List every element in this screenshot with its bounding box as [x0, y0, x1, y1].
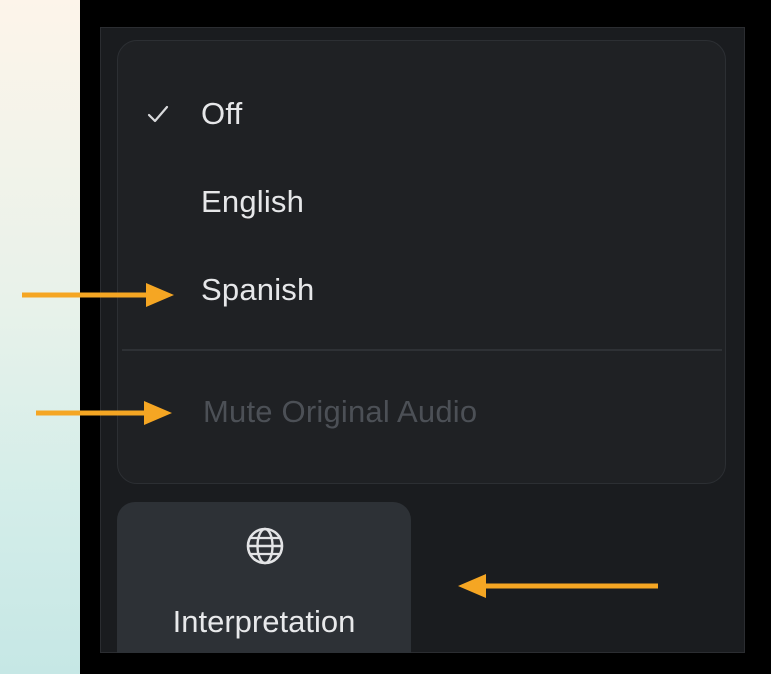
- menu-divider: [122, 349, 722, 351]
- arrow-icon: [36, 401, 172, 425]
- menu-item-label: Off: [201, 96, 243, 131]
- menu-item-off[interactable]: Off: [118, 79, 725, 149]
- menu-item-label: English: [201, 184, 305, 219]
- interpretation-menu: Off English Spanish Mute Original Audio: [117, 40, 726, 484]
- background-strip: [0, 0, 80, 674]
- globe-icon: [246, 527, 284, 565]
- menu-item-spanish[interactable]: Spanish: [118, 255, 725, 325]
- arrow-icon: [458, 574, 658, 598]
- interpretation-button[interactable]: Interpretation: [117, 502, 411, 653]
- checkmark-icon: [147, 105, 169, 123]
- menu-item-english[interactable]: English: [118, 167, 725, 237]
- interpretation-label: Interpretation: [172, 604, 356, 639]
- arrow-icon: [22, 283, 174, 307]
- menu-item-mute-original-audio: Mute Original Audio: [118, 377, 725, 447]
- menu-item-label: Mute Original Audio: [203, 394, 478, 429]
- menu-item-label: Spanish: [201, 272, 315, 307]
